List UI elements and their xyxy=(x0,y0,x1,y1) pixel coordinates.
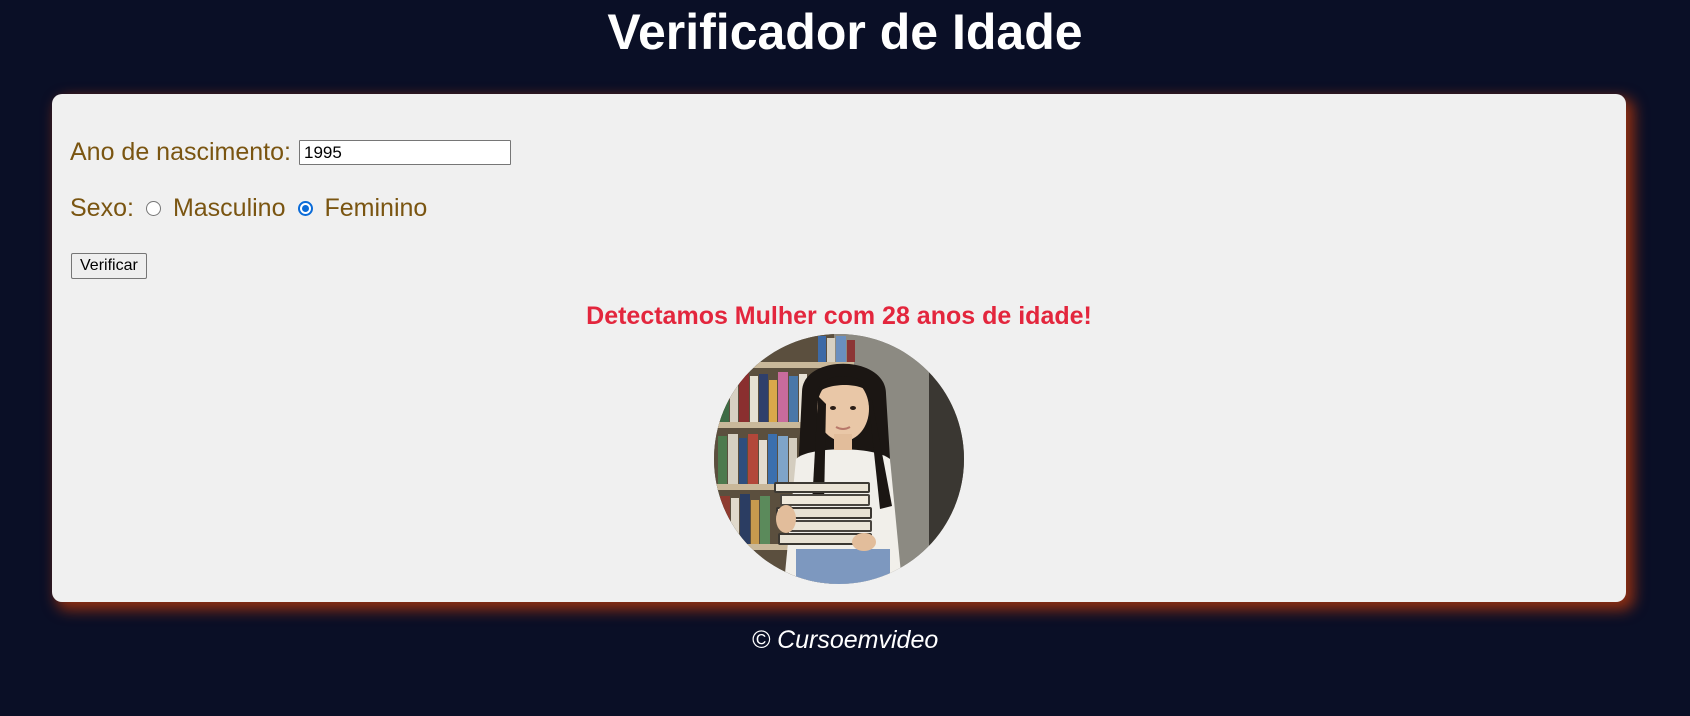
verify-button[interactable]: Verificar xyxy=(71,253,147,279)
radio-label-feminino[interactable]: Feminino xyxy=(325,194,428,223)
radio-label-masculino[interactable]: Masculino xyxy=(173,194,286,223)
page-title: Verificador de Idade xyxy=(607,4,1083,60)
year-input[interactable] xyxy=(298,140,511,165)
sex-row: Sexo: Masculino Feminino xyxy=(70,194,427,223)
year-label: Ano de nascimento: xyxy=(70,138,291,166)
year-row: Ano de nascimento: xyxy=(70,138,511,167)
radio-masculino[interactable] xyxy=(145,201,161,216)
sex-label: Sexo: xyxy=(70,194,134,222)
result-photo xyxy=(714,334,964,584)
woman-with-books-illustration xyxy=(714,334,964,584)
form-panel: Ano de nascimento: Sexo: Masculino Femin… xyxy=(52,94,1626,602)
radio-feminino[interactable] xyxy=(297,201,313,216)
footer-copyright: © Cursoemvideo xyxy=(751,626,939,654)
result-message: Detectamos Mulher com 28 anos de idade! xyxy=(586,302,1092,330)
